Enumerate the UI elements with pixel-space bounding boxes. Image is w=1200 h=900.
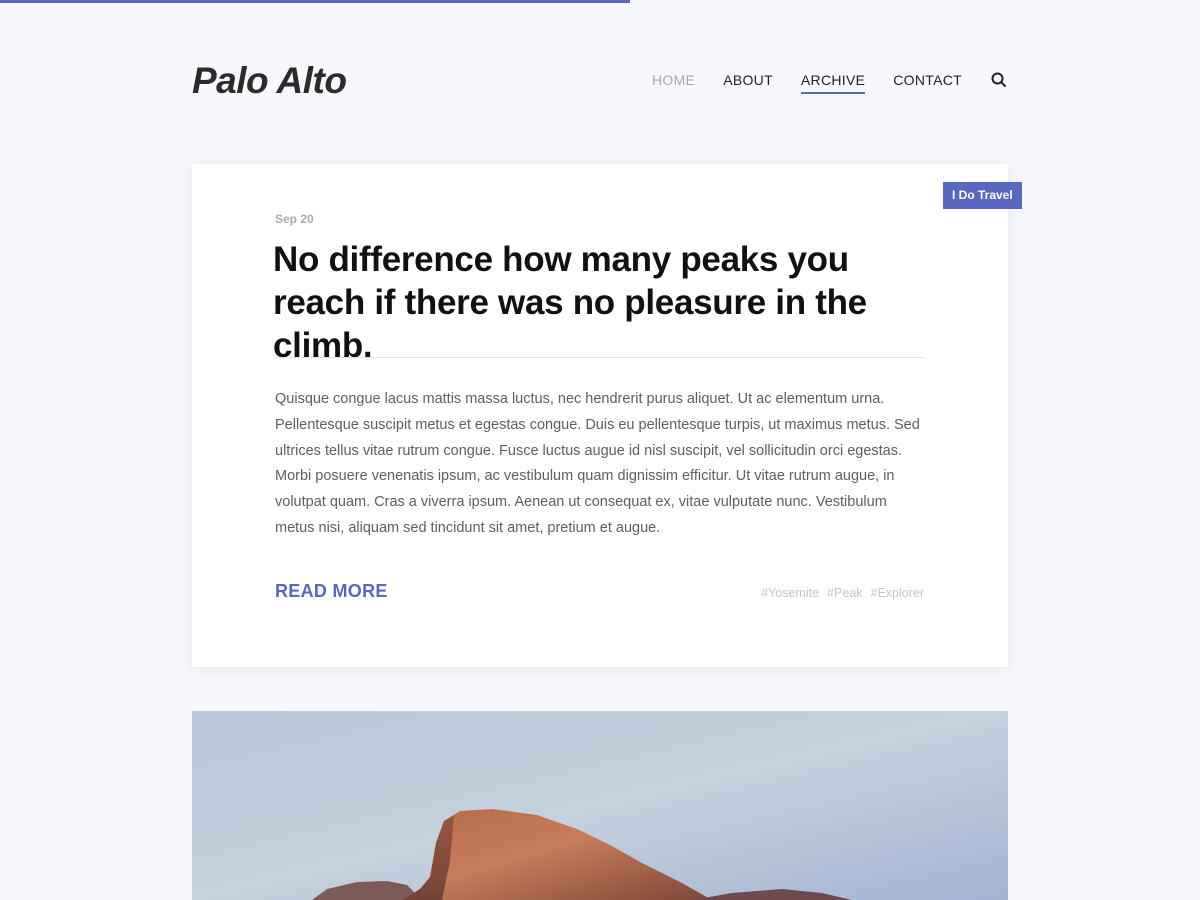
- site-header: Palo Alto HOME ABOUT ARCHIVE CONTACT: [192, 58, 1008, 110]
- nav-item-archive[interactable]: ARCHIVE: [800, 72, 866, 94]
- site-title[interactable]: Palo Alto: [192, 60, 347, 102]
- mountain-peak-photo: [192, 711, 1008, 900]
- post-excerpt: Quisque congue lacus mattis massa luctus…: [275, 391, 920, 536]
- nav-item-home[interactable]: HOME: [652, 72, 695, 94]
- second-post-card[interactable]: [192, 711, 1008, 900]
- nav-item-about[interactable]: ABOUT: [723, 72, 773, 94]
- tag-link[interactable]: #Yosemite: [761, 586, 819, 600]
- tag-link[interactable]: #Peak: [827, 586, 862, 600]
- post-tags: #Yosemite #Peak #Explorer: [753, 586, 924, 600]
- tag-link[interactable]: #Explorer: [871, 586, 925, 600]
- post-card: I Do Travel Sep 20 No difference how man…: [192, 164, 1022, 667]
- search-icon[interactable]: [990, 71, 1008, 89]
- category-badge[interactable]: I Do Travel: [943, 182, 1022, 209]
- post-title[interactable]: No difference how many peaks you reach i…: [273, 238, 933, 367]
- post-date: Sep 20: [275, 212, 314, 226]
- main-nav: HOME ABOUT ARCHIVE CONTACT: [624, 72, 1008, 94]
- reading-progress-fill: [0, 0, 630, 3]
- read-more-link[interactable]: READ MORE: [275, 581, 388, 602]
- post-divider: [275, 357, 924, 358]
- nav-item-contact[interactable]: CONTACT: [893, 72, 962, 94]
- reading-progress-bar: [0, 0, 1200, 3]
- page: Palo Alto HOME ABOUT ARCHIVE CONTACT I D…: [0, 0, 1200, 900]
